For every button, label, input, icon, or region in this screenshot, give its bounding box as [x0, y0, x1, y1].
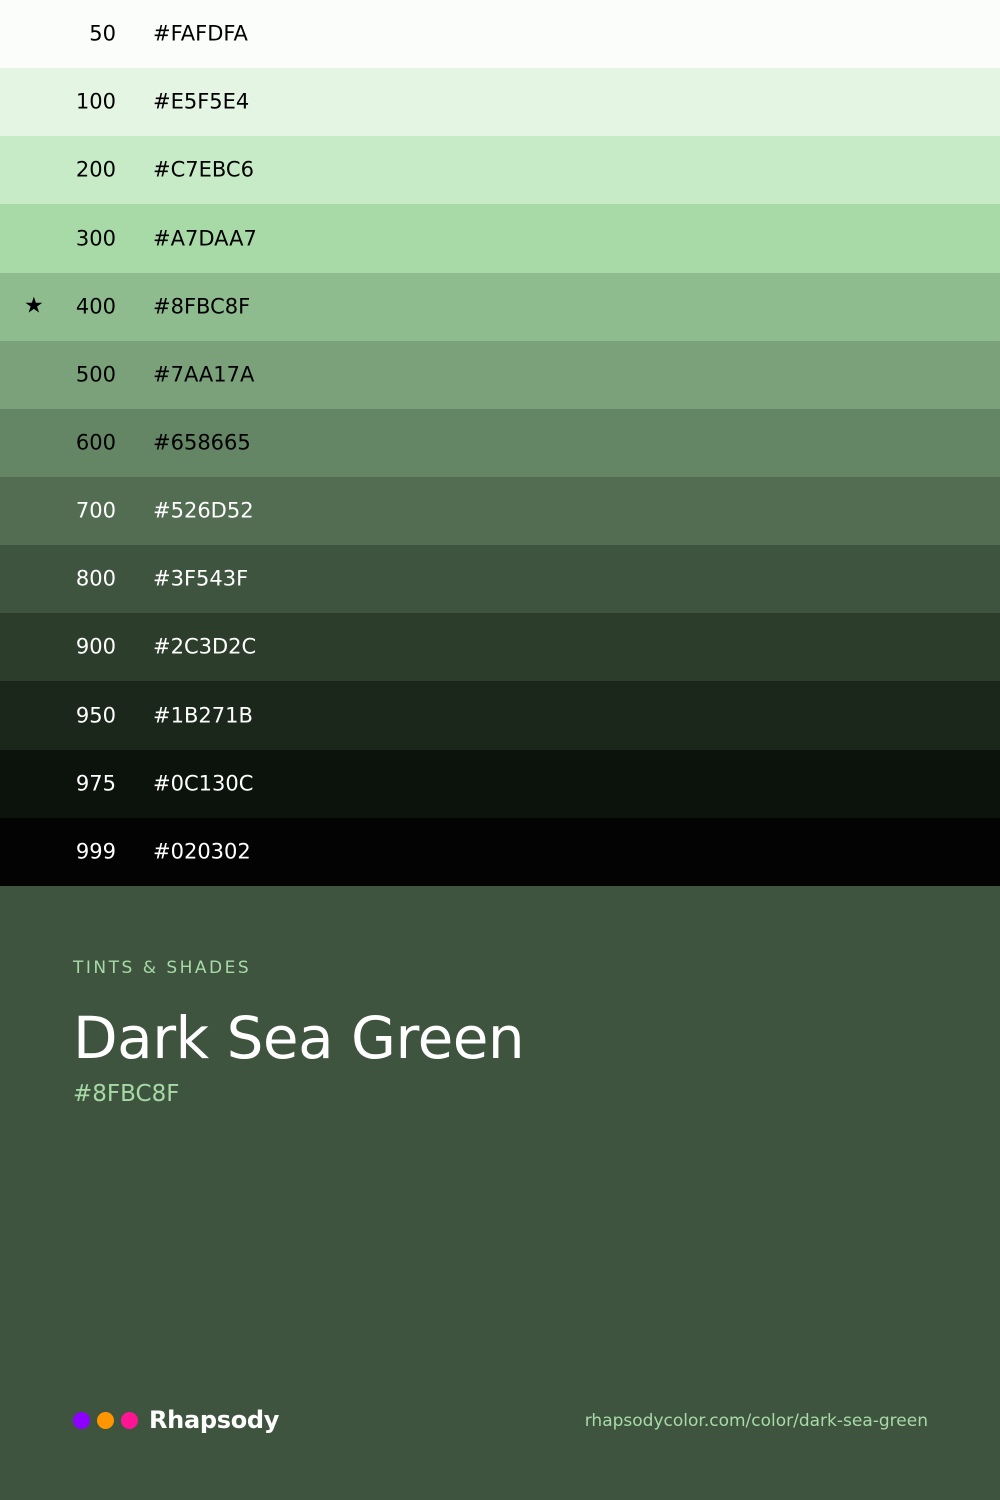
swatch-step: 999	[75, 839, 116, 864]
swatch-row-999[interactable]: 999 #020302	[0, 818, 1000, 886]
swatch-hex: #020302	[153, 839, 251, 864]
swatch-row-200[interactable]: 200 #C7EBC6	[0, 136, 1000, 204]
swatch-step: 50	[89, 21, 116, 46]
section-eyebrow: TINTS & SHADES	[73, 958, 252, 978]
swatch-step: 975	[75, 771, 116, 796]
swatch-row-600[interactable]: 600 #658665	[0, 409, 1000, 477]
swatch-row-900[interactable]: 900 #2C3D2C	[0, 613, 1000, 681]
swatch-hex: #E5F5E4	[153, 89, 250, 114]
swatch-row-400[interactable]: ★ 400 #8FBC8F	[0, 273, 1000, 341]
swatch-hex: #658665	[153, 430, 251, 455]
swatch-hex: #3F543F	[153, 566, 249, 591]
swatch-hex: #526D52	[153, 498, 254, 523]
swatch-hex: #2C3D2C	[153, 634, 257, 659]
footer: Rhapsody rhapsodycolor.com/color/dark-se…	[73, 1404, 928, 1436]
swatch-hex: #1B271B	[153, 703, 253, 727]
swatch-hex: #7AA17A	[153, 362, 255, 387]
orange-dot-icon	[97, 1411, 114, 1429]
swatch-hex: #8FBC8F	[153, 294, 251, 319]
swatch-step: 950	[75, 703, 116, 727]
star-icon: ★	[24, 293, 44, 319]
swatch-hex: #0C130C	[153, 771, 254, 796]
brand-name: Rhapsody	[149, 1406, 280, 1434]
swatch-step: 900	[75, 634, 116, 659]
color-info: TINTS & SHADES Dark Sea Green #8FBC8F	[73, 960, 933, 1106]
swatch-hex: #C7EBC6	[153, 157, 254, 182]
swatch-hex: #FAFDFA	[153, 21, 248, 46]
purple-dot-icon	[73, 1411, 90, 1429]
page-url-link[interactable]: rhapsodycolor.com/color/dark-sea-green	[585, 1404, 928, 1436]
pink-dot-icon	[121, 1411, 138, 1429]
swatch-row-300[interactable]: 300 #A7DAA7	[0, 204, 1000, 273]
swatch-step: 500	[75, 362, 116, 387]
swatch-step: 700	[75, 498, 116, 523]
swatch-list: 50 #FAFDFA 100 #E5F5E4 200 #C7EBC6 300 #A7DAA7 ★…	[0, 0, 1000, 886]
swatch-step: 100	[75, 89, 116, 114]
color-hex: #8FBC8F	[73, 1080, 180, 1107]
swatch-row-700[interactable]: 700 #526D52	[0, 477, 1000, 545]
brand-logo[interactable]: Rhapsody	[73, 1404, 279, 1436]
swatch-row-500[interactable]: 500 #7AA17A	[0, 341, 1000, 409]
swatch-step: 200	[75, 157, 116, 182]
color-title: Dark Sea Green	[73, 1004, 525, 1072]
swatch-row-100[interactable]: 100 #E5F5E4	[0, 68, 1000, 136]
swatch-row-950[interactable]: 950 #1B271B	[0, 681, 1000, 750]
swatch-step: 400	[75, 294, 116, 319]
swatch-row-800[interactable]: 800 #3F543F	[0, 545, 1000, 613]
swatch-hex: #A7DAA7	[153, 226, 257, 250]
swatch-step: 600	[75, 430, 116, 455]
swatch-row-50[interactable]: 50 #FAFDFA	[0, 0, 1000, 68]
swatch-step: 800	[75, 566, 116, 591]
swatch-row-975[interactable]: 975 #0C130C	[0, 750, 1000, 818]
swatch-step: 300	[75, 226, 116, 250]
